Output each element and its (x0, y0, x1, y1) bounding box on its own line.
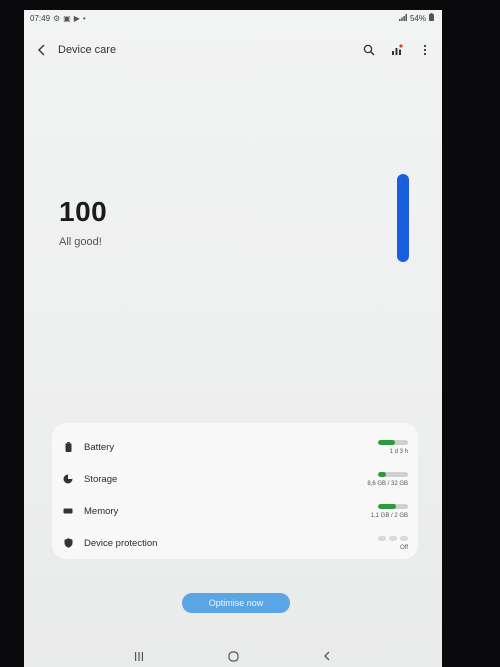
memory-row[interactable]: Memory 1,1 GB / 2 GB (52, 495, 418, 527)
signal-icon (398, 13, 407, 23)
memory-level-bar (378, 503, 408, 509)
battery-value: 1 d 3 h (389, 448, 408, 455)
battery-icon (62, 441, 74, 453)
device-protection-row[interactable]: Device protection Off (52, 527, 418, 559)
care-score: 100 (59, 196, 108, 227)
scroll-thumb[interactable] (397, 174, 409, 262)
battery-percent: 54% (409, 13, 426, 23)
row-label: Storage (84, 473, 118, 485)
battery-row[interactable]: Battery 1 d 3 h (52, 431, 418, 463)
score-caption: All good! (59, 236, 102, 248)
app-bar: Device care (24, 32, 442, 68)
more-icon[interactable] (418, 43, 432, 57)
storage-icon (62, 473, 74, 485)
battery-level-bar (378, 439, 408, 445)
row-label: Memory (84, 505, 119, 517)
status-card: Battery 1 d 3 h Storage 8,6 GB / 32 GB M… (52, 423, 418, 559)
status-time: 07:49 (30, 13, 51, 23)
storage-level-bar (378, 471, 408, 477)
notification-icon: ▣ (63, 13, 71, 23)
dot-icon: • (82, 13, 86, 23)
optimise-now-button[interactable]: Optimise now (182, 593, 290, 613)
back-icon[interactable] (34, 42, 50, 58)
status-bar: 07:49 ⚙ ▣ ▶ • 54% (24, 10, 442, 26)
home-icon[interactable] (226, 650, 240, 662)
chart-icon[interactable] (390, 43, 404, 57)
battery-status-icon (429, 13, 434, 23)
page-title: Device care (58, 44, 117, 56)
play-icon: ▶ (73, 13, 80, 23)
storage-value: 8,6 GB / 32 GB (367, 480, 408, 487)
settings-gear-icon: ⚙ (53, 13, 61, 23)
protection-value: Off (400, 544, 408, 551)
storage-row[interactable]: Storage 8,6 GB / 32 GB (52, 463, 418, 495)
recent-apps-icon[interactable] (132, 650, 146, 662)
navigation-bar (24, 645, 442, 667)
device-care-screen: 07:49 ⚙ ▣ ▶ • 54% Device care 100 All go… (24, 10, 442, 667)
back-nav-icon[interactable] (320, 650, 334, 662)
protection-status-dots (378, 535, 408, 541)
row-label: Device protection (84, 537, 158, 549)
search-icon[interactable] (362, 43, 376, 57)
memory-value: 1,1 GB / 2 GB (370, 512, 408, 519)
row-label: Battery (84, 441, 115, 453)
memory-icon (62, 505, 74, 517)
shield-icon (62, 537, 74, 549)
